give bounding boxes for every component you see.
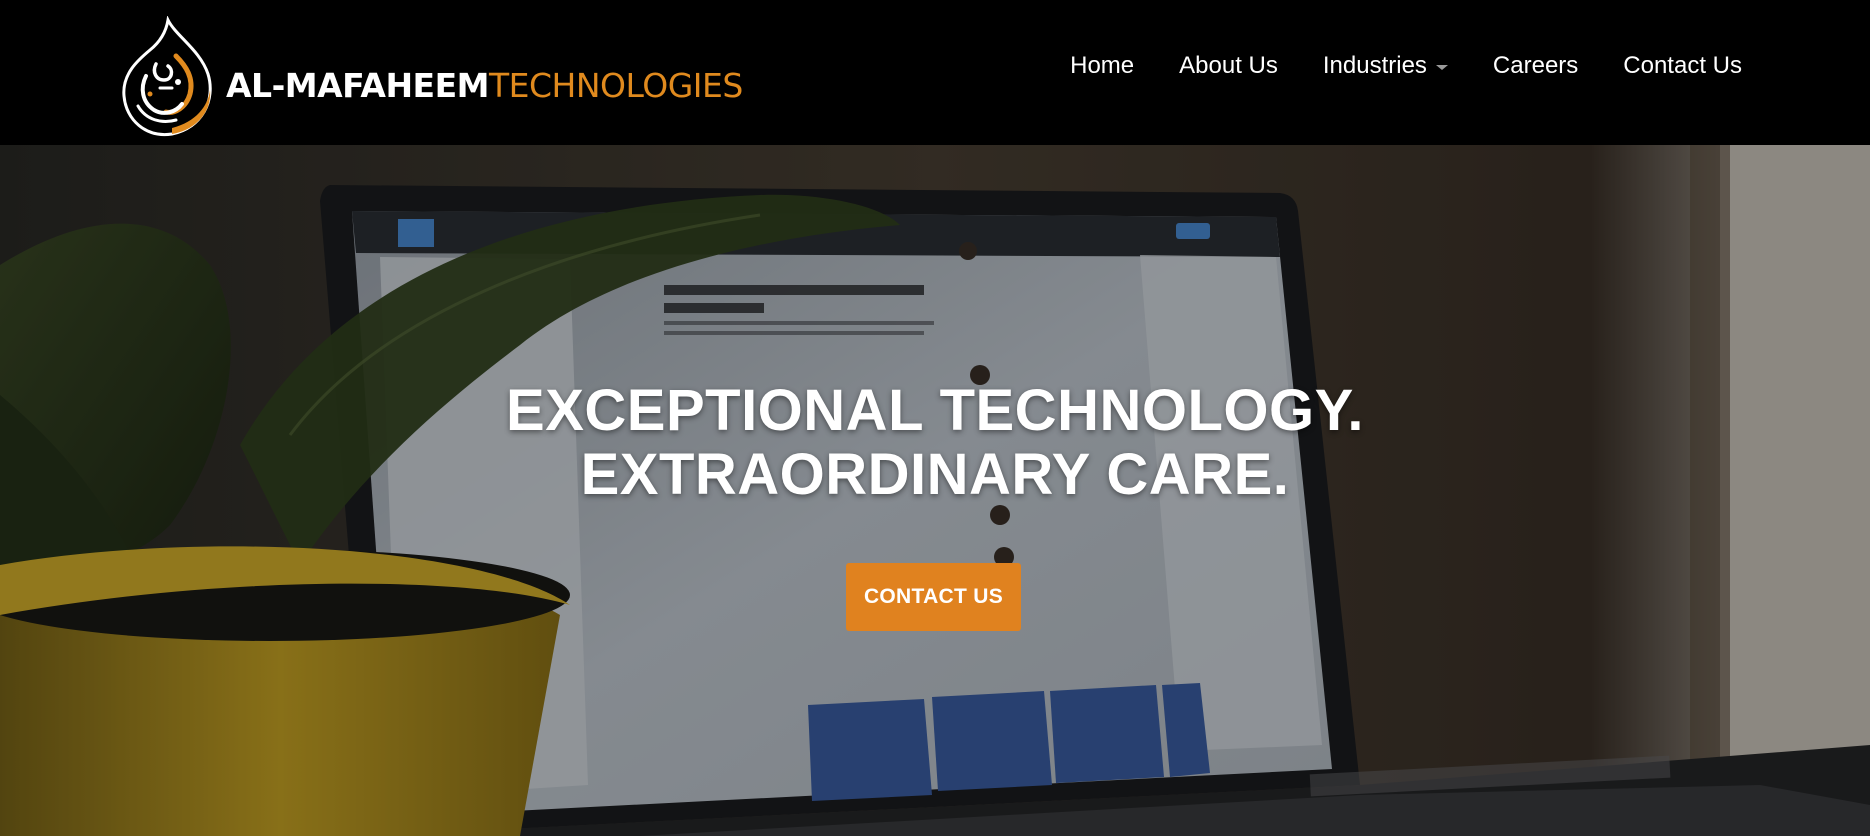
nav-careers-label: Careers <box>1492 52 1579 79</box>
site-header: AL-MAFAHEEMTECHNOLOGIES Home About Us In… <box>0 0 1870 145</box>
nav-home[interactable]: Home <box>1070 52 1134 80</box>
brand-name: AL-MAFAHEEMTECHNOLOGIES <box>226 64 743 106</box>
brand-name-secondary: TECHNOLOGIES <box>488 66 743 105</box>
nav-industries[interactable]: Industries <box>1323 52 1448 80</box>
nav-industries-label: Industries <box>1322 52 1427 79</box>
hero-headline-line-2: EXTRAORDINARY CARE. <box>580 442 1290 507</box>
hero-headline-line-1: EXCEPTIONAL TECHNOLOGY. <box>506 378 1364 443</box>
chevron-down-icon <box>1435 65 1448 70</box>
hero-headline: EXCEPTIONAL TECHNOLOGY. EXTRAORDINARY CA… <box>0 379 1870 507</box>
nav-careers[interactable]: Careers <box>1493 52 1578 80</box>
brand-name-primary: AL-MAFAHEEM <box>226 66 489 105</box>
hero-section: EXCEPTIONAL TECHNOLOGY. EXTRAORDINARY CA… <box>0 145 1870 836</box>
nav-about-us-label: About Us <box>1179 52 1278 79</box>
nav-contact-us[interactable]: Contact Us <box>1623 52 1742 80</box>
calligraphy-logo-icon <box>122 16 212 137</box>
contact-us-button[interactable]: CONTACT US <box>846 563 1021 631</box>
main-nav: Home About Us Industries Careers Contact… <box>1025 52 1742 80</box>
brand-logo[interactable]: AL-MAFAHEEMTECHNOLOGIES <box>116 16 743 138</box>
nav-about-us[interactable]: About Us <box>1179 52 1278 80</box>
nav-contact-us-label: Contact Us <box>1623 52 1742 79</box>
nav-home-label: Home <box>1070 52 1135 79</box>
